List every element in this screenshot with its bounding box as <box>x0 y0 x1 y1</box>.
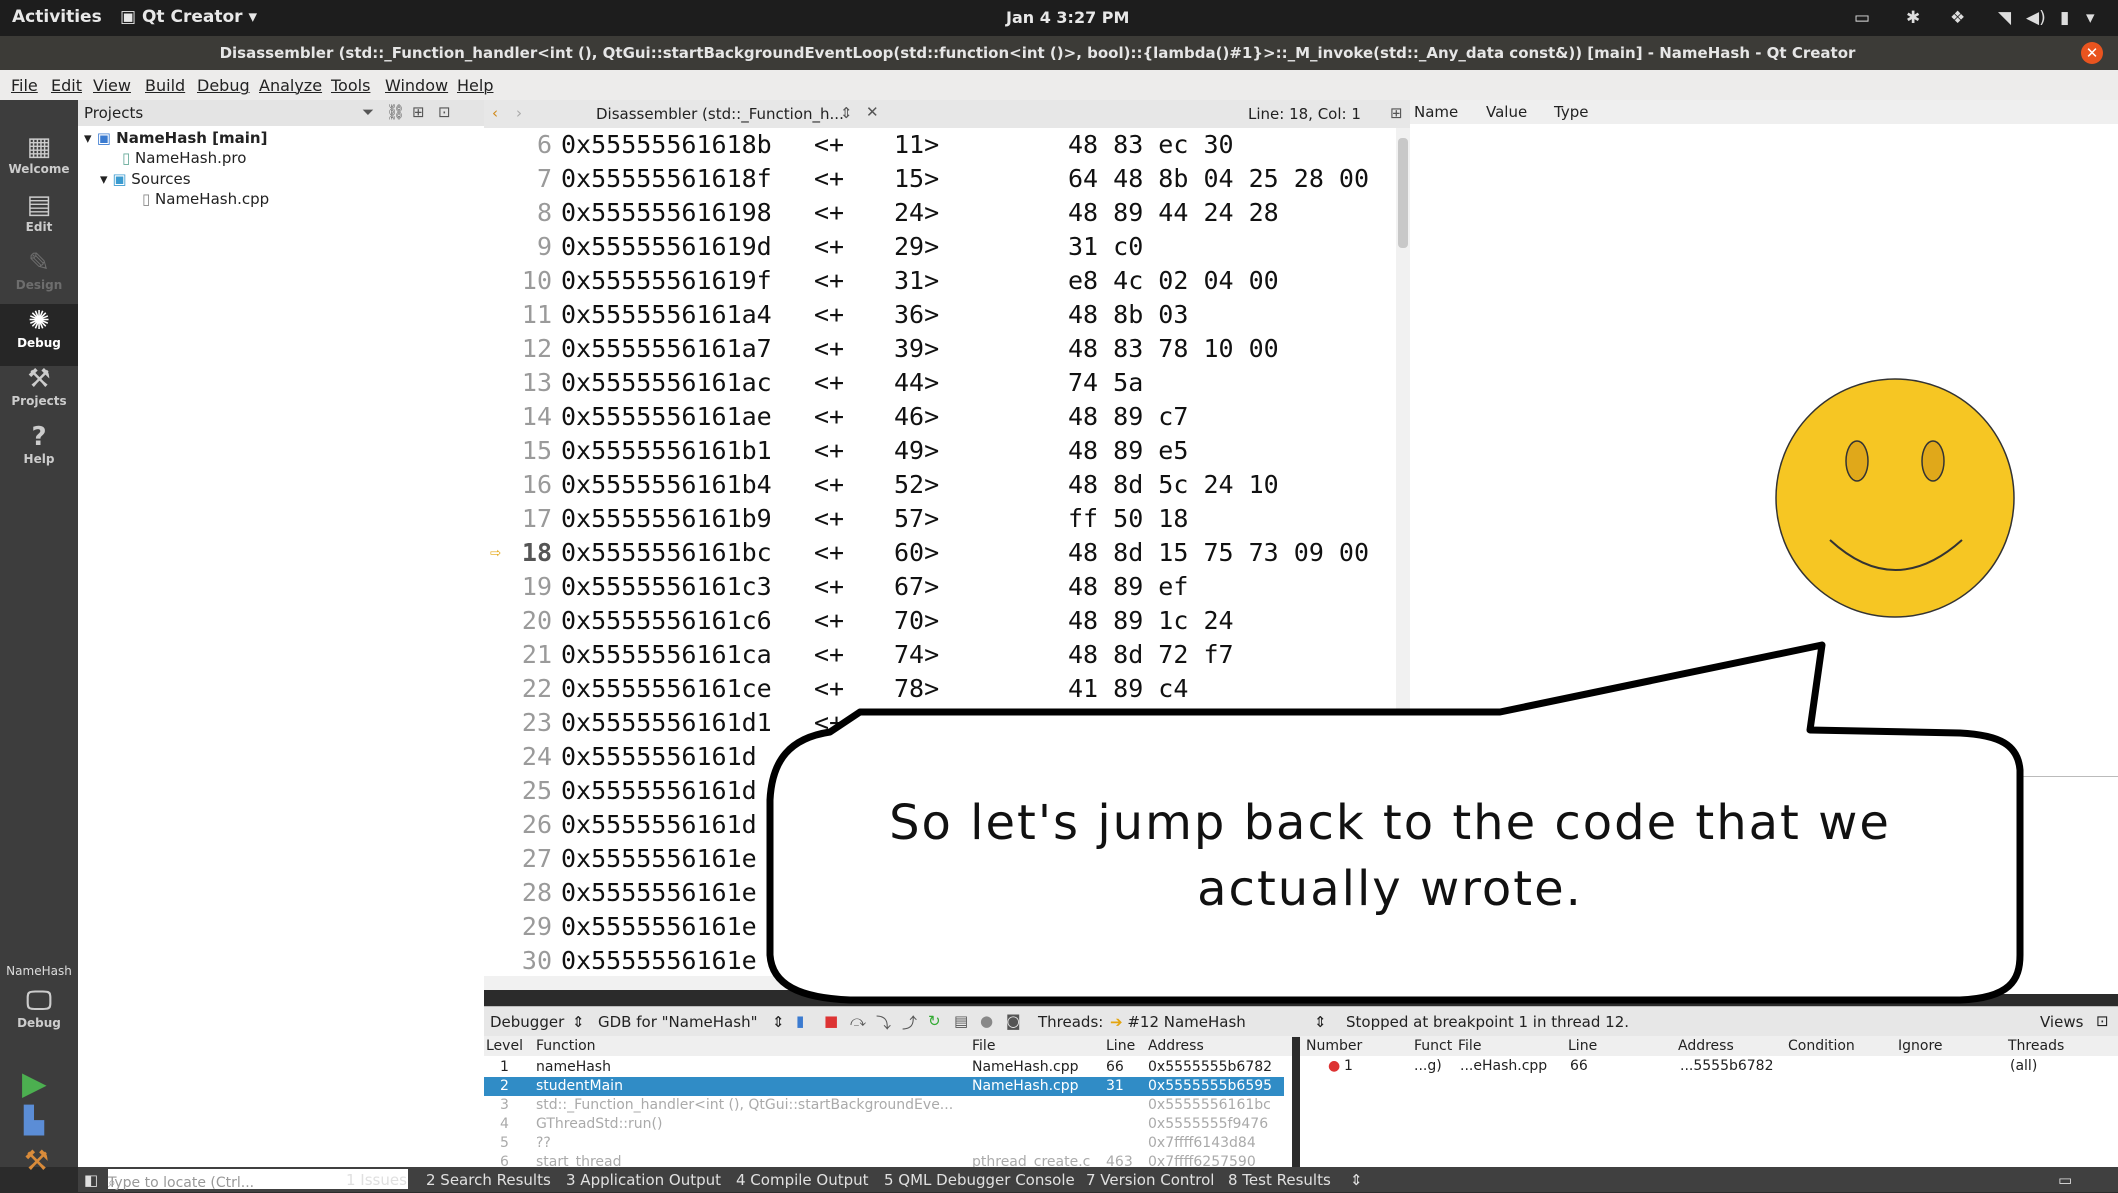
frame-address: 0x5555555b6595 <box>1148 1078 1273 1094</box>
column-threads[interactable]: Threads <box>2008 1038 2064 1054</box>
output-tab-issues[interactable]: 1 Issues <box>346 1171 407 1189</box>
progress-toggle-icon[interactable]: ▭ <box>2058 1171 2072 1189</box>
record-icon[interactable]: ● <box>980 1012 993 1030</box>
frame-address: 0x7ffff6257590 <box>1148 1154 1256 1167</box>
column-address[interactable]: Address <box>1678 1038 1734 1054</box>
output-tab-version-control[interactable]: 7 Version Control <box>1086 1171 1214 1189</box>
step-over-icon[interactable]: ⤼ <box>850 1012 866 1030</box>
debugger-toolbar: Debugger ⇕ GDB for "NameHash" ⇕ ▮ ■ ⤼ ⤵ … <box>484 1006 2118 1037</box>
stack-frame-row[interactable]: 1 nameHash NameHash.cpp 66 0x5555555b6782 <box>484 1058 1284 1077</box>
debugger-engine-selector[interactable]: Debugger <box>490 1013 564 1031</box>
thread-selector[interactable]: ➔ #12 NameHash <box>1110 1013 1246 1031</box>
updown-icon: ⇕ <box>572 1013 585 1031</box>
frame-line: 31 <box>1106 1078 1124 1094</box>
frame-address: 0x5555555f9476 <box>1148 1116 1269 1132</box>
updown-icon: ⇕ <box>1314 1013 1327 1031</box>
step-out-icon[interactable]: ⤴ <box>902 1012 917 1033</box>
bp-file: ...eHash.cpp <box>1460 1058 1548 1074</box>
stack-view[interactable]: 1 nameHash NameHash.cpp 66 0x5555555b6782 2 st… <box>484 1056 1292 1167</box>
column-ignore[interactable]: Ignore <box>1898 1038 1943 1054</box>
stop-icon[interactable]: ■ <box>824 1012 838 1030</box>
close-pane-icon[interactable]: ⊡ <box>2096 1012 2109 1030</box>
speech-bubble-text: So let's jump back to the code that we a… <box>889 795 1891 917</box>
column-file[interactable]: File <box>1458 1038 1481 1054</box>
instruction-mode-icon[interactable]: ▤ <box>954 1012 968 1030</box>
breakpoint-row[interactable]: ● 1 ...g) ...eHash.cpp 66 ...5555b6782 (… <box>1300 1058 2118 1077</box>
step-into-icon[interactable]: ⤵ <box>876 1012 891 1033</box>
frame-function: std::_Function_handler<int (), QtGui::st… <box>536 1097 954 1113</box>
breakpoints-header: Number Funct File Line Address Condition… <box>1300 1036 2118 1057</box>
arrow-icon: ➔ <box>1110 1013 1128 1031</box>
output-tab-compile-output[interactable]: 4 Compile Output <box>736 1171 869 1189</box>
breakpoints-view[interactable]: ● 1 ...g) ...eHash.cpp 66 ...5555b6782 (… <box>1300 1056 2118 1167</box>
frame-level: 3 <box>500 1097 509 1113</box>
bp-threads: (all) <box>2010 1058 2038 1074</box>
frame-file: NameHash.cpp <box>972 1059 1079 1075</box>
bp-address: ...5555b6782 <box>1680 1058 1774 1074</box>
continue-icon[interactable]: ▮ <box>796 1012 804 1030</box>
column-line[interactable]: Line <box>1106 1038 1135 1054</box>
stack-header: Level Function File Line Address <box>484 1036 1292 1057</box>
frame-level: 1 <box>500 1059 509 1075</box>
views-button[interactable]: Views <box>2040 1013 2083 1031</box>
snapshot-icon[interactable]: ◙ <box>1006 1012 1021 1030</box>
stack-frame-row[interactable]: 6 start_thread pthread_create.c 463 0x7ffff6… <box>484 1153 1284 1167</box>
frame-file: NameHash.cpp <box>972 1078 1079 1094</box>
column-function[interactable]: Function <box>536 1038 596 1054</box>
column-number[interactable]: Number <box>1306 1038 1362 1054</box>
column-file[interactable]: File <box>972 1038 995 1054</box>
frame-level: 5 <box>500 1135 509 1151</box>
frame-address: 0x7ffff6143d84 <box>1148 1135 1256 1151</box>
frame-level: 6 <box>500 1154 509 1167</box>
updown-icon: ⇕ <box>772 1013 785 1031</box>
output-tab-application-output[interactable]: 3 Application Output <box>566 1171 721 1189</box>
column-line[interactable]: Line <box>1568 1038 1597 1054</box>
stack-frame-row[interactable]: 3 std::_Function_handler<int (), QtGui::s… <box>484 1096 1284 1115</box>
bp-line: 66 <box>1570 1058 1588 1074</box>
stack-frame-row[interactable]: 4 GThreadStd::run() 0x5555555f9476 <box>484 1115 1284 1134</box>
bp-number: 1 <box>1344 1058 1353 1074</box>
frame-function: GThreadStd::run() <box>536 1116 663 1132</box>
gdb-selector[interactable]: GDB for "NameHash" <box>598 1013 757 1031</box>
bp-function: ...g) <box>1414 1058 1442 1074</box>
column-level[interactable]: Level <box>486 1038 523 1054</box>
smiley-face <box>1775 378 2015 618</box>
frame-level: 2 <box>500 1078 509 1094</box>
frame-address: 0x5555556161bc <box>1148 1097 1271 1113</box>
column-function[interactable]: Funct <box>1414 1038 1452 1054</box>
frame-file: pthread_create.c <box>972 1154 1091 1167</box>
output-tab-search-results[interactable]: 2 Search Results <box>426 1171 551 1189</box>
thread-selector-label: #12 NameHash <box>1127 1013 1246 1031</box>
output-tab-test-results[interactable]: 8 Test Results <box>1228 1171 1331 1189</box>
column-address[interactable]: Address <box>1148 1038 1204 1054</box>
output-tab-qml-console[interactable]: 5 QML Debugger Console <box>884 1171 1075 1189</box>
stack-frame-row[interactable]: 2 studentMain NameHash.cpp 31 0x5555555b6595 <box>484 1077 1284 1096</box>
debugger-status: Stopped at breakpoint 1 in thread 12. <box>1346 1013 1630 1031</box>
frame-function: start_thread <box>536 1154 622 1167</box>
frame-function: ?? <box>536 1135 551 1151</box>
threads-label: Threads: <box>1038 1013 1104 1031</box>
frame-function: nameHash <box>536 1059 611 1075</box>
toggle-sidebar-icon[interactable]: ◧ <box>84 1171 98 1189</box>
column-condition[interactable]: Condition <box>1788 1038 1855 1054</box>
output-pane-bar: ◧ ⌕ Type to locate (Ctrl... 1 Issues 2 S… <box>78 1167 2118 1192</box>
restart-icon[interactable]: ↻ <box>928 1012 941 1030</box>
frame-line: 463 <box>1106 1154 1133 1167</box>
frame-address: 0x5555555b6782 <box>1148 1059 1273 1075</box>
frame-function: studentMain <box>536 1078 623 1094</box>
locator-placeholder: Type to locate (Ctrl... <box>108 1175 255 1191</box>
frame-level: 4 <box>500 1116 509 1132</box>
breakpoint-icon: ● <box>1328 1058 1341 1074</box>
frame-line: 66 <box>1106 1059 1124 1075</box>
stack-frame-row[interactable]: 5?? 0x7ffff6143d84 <box>484 1134 1284 1153</box>
updown-icon[interactable]: ⇕ <box>1350 1171 1363 1189</box>
